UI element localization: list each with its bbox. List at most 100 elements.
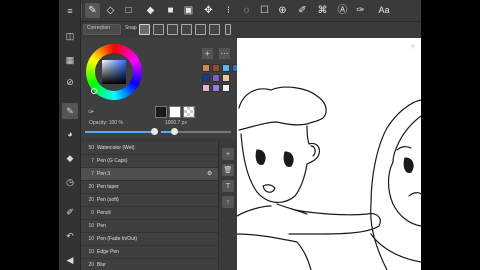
- boy-ear: [310, 145, 316, 157]
- gradient-icon[interactable]: ▣: [181, 3, 196, 18]
- snap-radial-icon[interactable]: [181, 24, 192, 35]
- hue-marker[interactable]: [91, 88, 97, 94]
- primary-color-swatch[interactable]: [155, 106, 167, 118]
- palette-swatch[interactable]: [212, 84, 220, 92]
- font-size-label: Aa: [378, 5, 390, 15]
- secondary-color-swatch[interactable]: [169, 106, 181, 118]
- fill-bucket-icon[interactable]: ◆: [143, 3, 158, 18]
- magic-wand-icon[interactable]: ⁝: [221, 3, 236, 18]
- snap-circle-icon[interactable]: [195, 24, 206, 35]
- zoom-icon[interactable]: ⊕: [275, 3, 290, 18]
- palette-swatch[interactable]: [212, 74, 220, 82]
- add-color-button[interactable]: +: [202, 48, 213, 59]
- brush-row[interactable]: 10 Edge Pen: [81, 246, 218, 259]
- brush-row[interactable]: 20 Pen (soft): [81, 194, 218, 207]
- app-screen: ☰ ✎ ◇ □ ◆ ■ ▣ ✥ ⁝ ◌ ☐ ⊕ ✐ ⌘ Ⓐ ✑ Aa ≡ ◫ ▦…: [59, 0, 421, 270]
- pen-icon[interactable]: ✎: [85, 3, 100, 18]
- size-slider-knob[interactable]: [171, 128, 178, 135]
- shape-fill-icon[interactable]: ■: [163, 3, 178, 18]
- brush-name: Pen (G Caps): [97, 158, 128, 164]
- brush-row[interactable]: 20 Blur: [81, 259, 218, 270]
- brush-row[interactable]: 7 Pen (G Caps): [81, 155, 218, 168]
- correction-label: Correction: [87, 25, 111, 31]
- text-icon[interactable]: Ⓐ: [335, 3, 350, 18]
- font-size-icon[interactable]: Aa: [375, 3, 393, 18]
- brush-name: Pen taper: [97, 184, 119, 190]
- snap-parallel-icon[interactable]: [153, 24, 164, 35]
- canvas-drawing: [237, 86, 421, 270]
- girl-hijab-lower: [370, 233, 421, 263]
- brush-size: 7: [91, 171, 94, 177]
- brush-row[interactable]: 7 Pen 3 ⚙: [81, 168, 218, 181]
- brush-size: 7: [91, 158, 94, 164]
- drawing-canvas[interactable]: ▿: [237, 38, 421, 270]
- select-rect-icon[interactable]: □: [121, 3, 136, 18]
- brush-size: 20: [88, 262, 94, 268]
- hand-icon[interactable]: ⌘: [315, 3, 330, 18]
- palette-swatch[interactable]: [202, 74, 210, 82]
- menu-icon[interactable]: ≡: [62, 3, 78, 19]
- brush-name: Pencil: [97, 210, 111, 216]
- color-palette-icon[interactable]: ◕: [62, 126, 78, 142]
- size-label: 1000.7 px: [165, 120, 187, 126]
- palette-swatch[interactable]: [222, 64, 230, 72]
- brush-size: 10: [88, 223, 94, 229]
- brush-row[interactable]: 20 Pen taper: [81, 181, 218, 194]
- select-pen-icon[interactable]: ✑: [353, 3, 368, 18]
- eraser-icon[interactable]: ◇: [103, 3, 118, 18]
- palette-swatch[interactable]: [222, 74, 230, 82]
- eyedropper-icon[interactable]: ✑: [85, 106, 97, 118]
- cancel-circle-icon[interactable]: ⊘: [62, 74, 78, 90]
- brush-row[interactable]: 0 Pencil: [81, 207, 218, 220]
- brush-row[interactable]: 50 Watercolor (Wet): [81, 142, 218, 155]
- saturation-value-square[interactable]: [102, 60, 126, 84]
- layers-icon[interactable]: ◫: [62, 28, 78, 44]
- brush-row[interactable]: 10 Pen (Fade In/Out): [81, 233, 218, 246]
- brush-row[interactable]: 10 Pen: [81, 220, 218, 233]
- snap-curve-icon[interactable]: [209, 24, 220, 35]
- fill-drop-icon[interactable]: ◆: [62, 150, 78, 166]
- snap-off-icon[interactable]: [139, 24, 150, 35]
- back-icon[interactable]: ◀: [62, 252, 78, 268]
- brush-settings-button[interactable]: T: [222, 180, 234, 192]
- brush-name: Pen (Fade In/Out): [97, 236, 138, 242]
- snap-cross-icon[interactable]: [167, 24, 178, 35]
- brush-up-button[interactable]: ↑: [222, 196, 234, 208]
- girl-face: [387, 161, 421, 227]
- girl-eye: [403, 157, 414, 173]
- opacity-slider-knob[interactable]: [151, 128, 158, 135]
- brush-name: Pen (soft): [97, 197, 119, 203]
- brush-size: 10: [88, 249, 94, 255]
- brush-size: 50: [88, 145, 94, 151]
- brush-list-actions: + 🗑 T ↑: [218, 140, 237, 270]
- move-icon[interactable]: ✥: [201, 3, 216, 18]
- boy-eye-left: [255, 149, 266, 165]
- gear-icon[interactable]: ⚙: [207, 171, 214, 178]
- eyedropper-icon[interactable]: ✐: [295, 3, 310, 18]
- snap-more-icon[interactable]: [225, 24, 231, 35]
- pen-icon[interactable]: ✐: [62, 204, 78, 220]
- transparent-color-swatch[interactable]: [183, 106, 195, 118]
- palette-swatch[interactable]: [222, 84, 230, 92]
- boy-eye-right: [283, 151, 294, 167]
- palette-menu-button[interactable]: ⋯: [219, 48, 230, 59]
- text-tool-icon[interactable]: ☐: [257, 3, 272, 18]
- lasso-icon[interactable]: ◌: [239, 3, 254, 18]
- history-icon[interactable]: ◷: [62, 174, 78, 190]
- boy-mouth: [262, 184, 276, 193]
- toolbar-divider: [81, 4, 82, 18]
- girl-hijab: [370, 99, 421, 270]
- palette-swatch[interactable]: [202, 84, 210, 92]
- undo-icon[interactable]: ↶: [62, 228, 78, 244]
- brush-icon[interactable]: ✎: [62, 103, 78, 119]
- grid-icon[interactable]: ▦: [62, 52, 78, 68]
- palette-swatch[interactable]: [212, 64, 220, 72]
- boy-face: [240, 125, 320, 203]
- hue-wheel[interactable]: [86, 44, 142, 100]
- brush-size: 0: [91, 210, 94, 216]
- girl-hijab-inner: [392, 115, 421, 163]
- add-brush-button[interactable]: +: [222, 148, 234, 160]
- palette-swatch[interactable]: [202, 64, 210, 72]
- delete-brush-button[interactable]: 🗑: [222, 164, 234, 176]
- brush-name: Watercolor (Wet): [97, 145, 135, 151]
